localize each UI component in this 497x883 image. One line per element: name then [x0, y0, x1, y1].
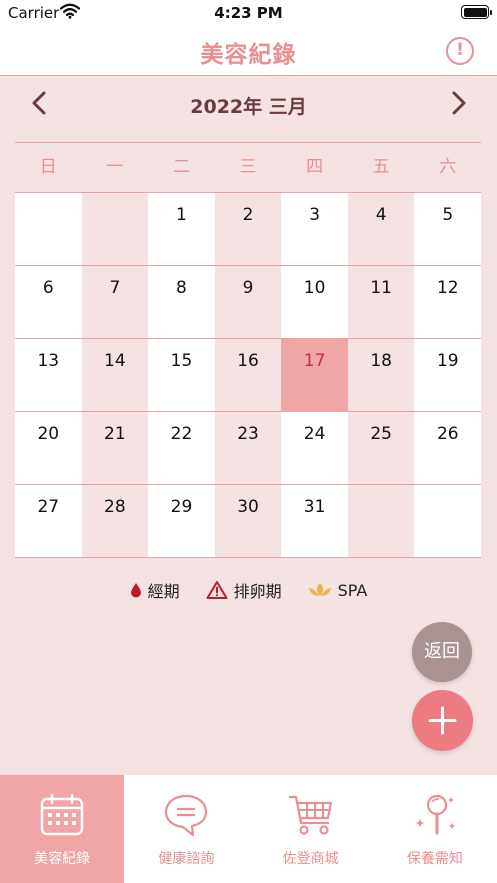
day-cell[interactable]: 4 [347, 193, 415, 265]
weekday-header: 日 一 二 三 四 五 六 [15, 142, 481, 193]
weekday-label: 四 [306, 157, 324, 177]
month-title: 2022年 三月 [190, 96, 307, 118]
info-icon[interactable]: ! [446, 37, 474, 65]
legend-spa: SPA [308, 580, 368, 600]
legend-period-label: 經期 [147, 582, 180, 601]
day-cell[interactable]: 14 [81, 339, 149, 411]
day-cell[interactable]: 20 [15, 412, 82, 484]
day-cell[interactable]: 30 [214, 485, 282, 557]
tab-label: 保養需知 [406, 851, 463, 867]
week-row: 27 28 29 30 31 [15, 485, 482, 558]
weekday-label: 二 [172, 157, 190, 177]
legend-spa-label: SPA [337, 580, 368, 600]
chevron-right-icon [452, 91, 466, 115]
back-button[interactable]: 返回 [412, 622, 472, 682]
mirror-icon [415, 794, 455, 835]
day-cell[interactable]: 15 [148, 339, 215, 411]
legend-ovulation-label: 排卵期 [233, 582, 282, 601]
tab-label: 健康諮詢 [158, 851, 215, 867]
day-cell[interactable]: 12 [414, 266, 482, 338]
tab-label: 佐登商城 [282, 851, 339, 867]
status-bar: Carrier 4:23 PM [0, 0, 497, 26]
tab-bar: 美容紀錄 健康諮詢 佐登商城 保養需知 [0, 775, 497, 883]
day-cell[interactable]: 19 [414, 339, 482, 411]
day-cell[interactable]: 25 [347, 412, 415, 484]
tab-care-tips[interactable]: 保養需知 [373, 775, 497, 883]
day-cell[interactable]: 29 [148, 485, 215, 557]
calendar-grid: 日 一 二 三 四 五 六 1 2 3 4 5 6 7 8 9 10 11 12… [15, 142, 482, 558]
day-cell-empty [414, 485, 482, 557]
day-cell[interactable]: 27 [15, 485, 82, 557]
day-cell[interactable]: 21 [81, 412, 149, 484]
week-row: 6 7 8 9 10 11 12 [15, 266, 482, 339]
tab-beauty-record[interactable]: 美容紀錄 [0, 775, 125, 883]
day-cell-empty [347, 485, 415, 557]
day-cell[interactable]: 3 [281, 193, 348, 265]
day-cell[interactable]: 22 [148, 412, 215, 484]
lotus-icon [308, 583, 331, 596]
add-record-button[interactable] [412, 690, 473, 751]
day-cell[interactable]: 5 [414, 193, 482, 265]
week-row: 20 21 22 23 24 25 26 [15, 412, 482, 485]
warning-triangle-icon [206, 581, 228, 599]
day-cell[interactable]: 13 [15, 339, 82, 411]
tab-label: 美容紀錄 [34, 851, 91, 867]
day-cell-today[interactable]: 17 [281, 339, 348, 411]
week-row: 1 2 3 4 5 [15, 193, 482, 266]
week-row: 13 14 15 16 17 18 19 [15, 339, 482, 412]
day-cell[interactable]: 11 [347, 266, 415, 338]
page-title: 美容紀錄 [200, 42, 297, 68]
day-cell[interactable]: 10 [281, 266, 348, 338]
day-cell-empty [15, 193, 82, 265]
day-cell[interactable]: 23 [214, 412, 282, 484]
day-cell[interactable]: 1 [148, 193, 215, 265]
clock: 4:23 PM [214, 4, 283, 22]
cart-icon [288, 795, 332, 835]
weekday-label: 日 [39, 157, 57, 177]
navigation-bar: 美容紀錄 ! [0, 26, 497, 76]
day-cell[interactable]: 26 [414, 412, 482, 484]
day-cell[interactable]: 9 [214, 266, 282, 338]
next-month-button[interactable] [444, 88, 472, 118]
day-cell[interactable]: 28 [81, 485, 149, 557]
day-cell-empty [81, 193, 149, 265]
day-cell[interactable]: 24 [281, 412, 348, 484]
legend-ovulation: 排卵期 [206, 578, 282, 602]
day-cell[interactable]: 16 [214, 339, 282, 411]
weekday-label: 六 [439, 157, 457, 177]
day-cell[interactable]: 6 [15, 266, 82, 338]
weekday-label: 三 [239, 157, 257, 177]
weekday-label: 五 [372, 157, 390, 177]
weekday-label: 一 [106, 157, 124, 177]
chat-icon [165, 794, 208, 837]
battery-icon [461, 5, 492, 19]
calendar-legend: 經期 排卵期 SPA [0, 578, 497, 602]
day-cell[interactable]: 31 [281, 485, 348, 557]
day-cell[interactable]: 2 [214, 193, 282, 265]
calendar-icon [40, 793, 84, 836]
day-cell[interactable]: 18 [347, 339, 415, 411]
month-header: 2022年 三月 [0, 82, 497, 127]
day-cell[interactable]: 8 [148, 266, 215, 338]
legend-period: 經期 [130, 578, 180, 602]
tab-health-consult[interactable]: 健康諮詢 [124, 775, 248, 883]
blood-drop-icon [130, 583, 141, 598]
day-cell[interactable]: 7 [81, 266, 149, 338]
plus-icon [428, 706, 457, 735]
tab-shop[interactable]: 佐登商城 [249, 775, 373, 883]
